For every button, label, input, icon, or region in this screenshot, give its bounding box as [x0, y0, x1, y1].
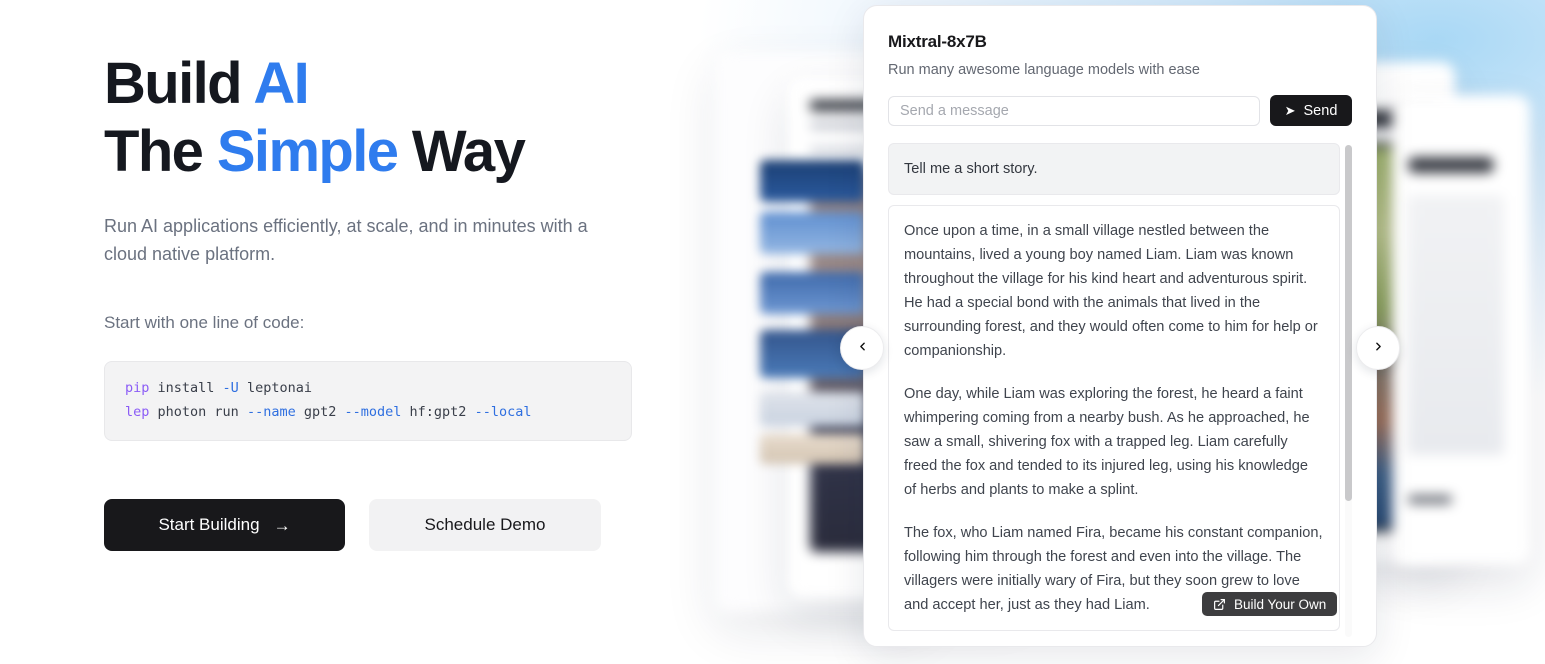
code-flag: --model [344, 404, 402, 420]
build-your-own-label: Build Your Own [1234, 596, 1327, 612]
card-body: Mixtral-8x7B Run many awesome language m… [864, 6, 1376, 639]
chat-scrollbar-thumb[interactable] [1345, 145, 1352, 501]
code-keyword: lep [125, 404, 150, 420]
code-text: leptonai [238, 380, 312, 396]
message-composer: ➤ Send [888, 95, 1352, 126]
start-building-label: Start Building [158, 515, 260, 534]
headline-line-1: Build AI [104, 51, 310, 116]
send-button[interactable]: ➤ Send [1270, 95, 1352, 126]
start-building-button[interactable]: Start Building → [104, 499, 345, 551]
assistant-paragraph-2: One day, while Liam was exploring the fo… [904, 386, 1310, 498]
code-line-1: pip install -U leptonai [125, 376, 611, 400]
ghost-thumb [760, 392, 865, 426]
code-flag: --local [474, 404, 532, 420]
ghost-title-bar [1408, 157, 1494, 173]
code-flag: --name [246, 404, 296, 420]
headline-accent-ai: AI [253, 51, 309, 116]
carousel-prev-button[interactable] [840, 326, 884, 370]
send-label: Send [1303, 102, 1338, 119]
build-your-own-button[interactable]: Build Your Own [1202, 592, 1338, 616]
carousel-next-button[interactable] [1356, 326, 1400, 370]
background-card-far-right [1392, 95, 1530, 565]
code-text: photon run [149, 404, 247, 420]
ghost-thumb [760, 434, 865, 464]
ghost-thumb [760, 272, 865, 314]
external-link-icon [1213, 598, 1226, 611]
code-flag: -U [222, 380, 239, 396]
ghost-thumb [760, 212, 865, 254]
ghost-thumb [760, 160, 865, 202]
headline-line-2: The Simple Way [104, 119, 526, 184]
chevron-right-icon [1372, 340, 1385, 357]
code-keyword: pip [125, 380, 150, 396]
ghost-body-panel [1408, 195, 1504, 455]
code-text: hf:gpt2 [401, 404, 475, 420]
model-description: Run many awesome language models with ea… [888, 62, 1200, 78]
landing-page: Build AI The Simple Way Run AI applicati… [0, 0, 1545, 664]
chevron-left-icon [856, 340, 869, 357]
code-text: gpt2 [295, 404, 345, 420]
headline-accent-simple: Simple [216, 119, 399, 184]
assistant-paragraph-1: Once upon a time, in a small village nes… [904, 223, 1318, 359]
headline-text-the: The [104, 119, 217, 184]
model-demo-card: Mixtral-8x7B Run many awesome language m… [863, 5, 1377, 647]
hero-subheading: Run AI applications efficiently, at scal… [104, 216, 588, 264]
schedule-demo-button[interactable]: Schedule Demo [369, 499, 601, 551]
headline-text: Build [104, 51, 254, 116]
arrow-right-icon: → [273, 515, 291, 535]
model-name: Mixtral-8x7B [888, 32, 987, 51]
code-line-2: lep photon run --name gpt2 --model hf:gp… [125, 400, 611, 424]
code-snippet-block[interactable]: pip install -U leptonai lep photon run -… [104, 361, 632, 441]
user-message-bubble: Tell me a short story. [888, 143, 1340, 195]
chat-thread[interactable]: Tell me a short story. Once upon a time,… [888, 143, 1352, 639]
assistant-message-bubble: Once upon a time, in a small village nes… [888, 205, 1340, 631]
message-input[interactable] [888, 95, 1260, 126]
paper-plane-icon: ➤ [1284, 103, 1296, 118]
code-text: install [149, 380, 223, 396]
ghost-footer-bar [1408, 495, 1452, 504]
headline-text-way: Way [397, 119, 526, 184]
